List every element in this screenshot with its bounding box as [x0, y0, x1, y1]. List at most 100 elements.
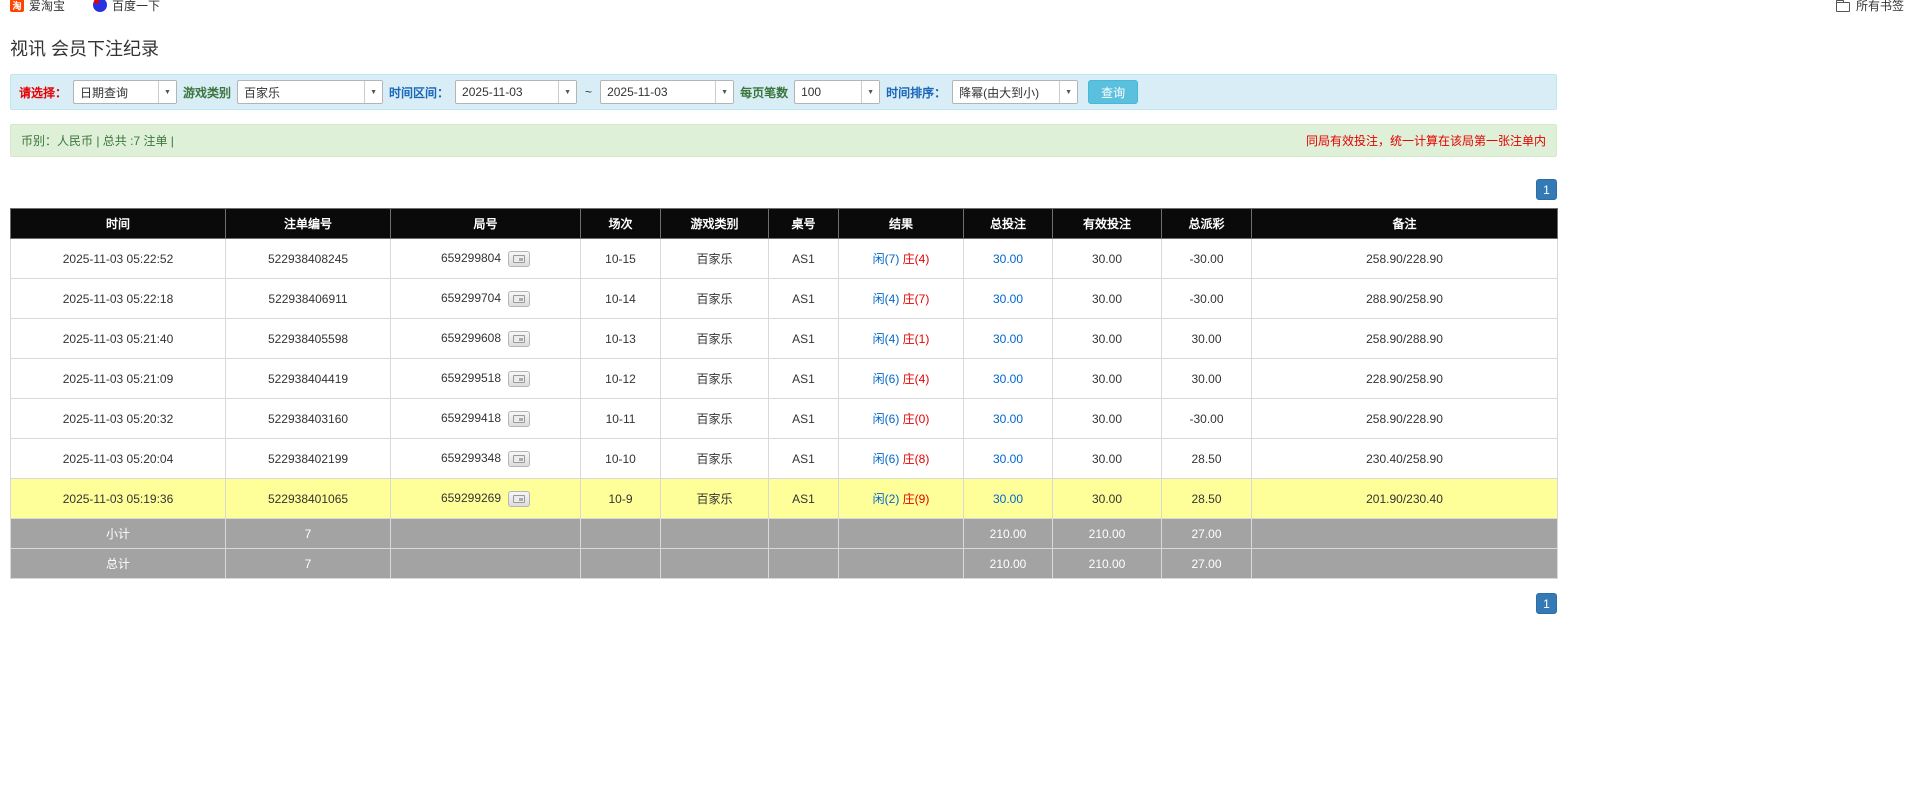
- pagination-page-1[interactable]: 1: [1536, 179, 1557, 200]
- cell-total-bet: 30.00: [963, 438, 1053, 479]
- page-size-value: 100: [801, 85, 822, 99]
- bookmark-baidu[interactable]: 百度一下: [93, 0, 160, 13]
- bookmark-aitaobao[interactable]: 淘 爱淘宝: [10, 0, 65, 13]
- result-player: 闲(6): [872, 412, 900, 426]
- total-bet-link[interactable]: 30.00: [993, 492, 1023, 506]
- column-header: 注单编号: [225, 208, 391, 239]
- cell-payout: 30.00: [1161, 318, 1252, 359]
- result-player: 闲(6): [872, 372, 900, 386]
- footer-cell: [580, 548, 661, 579]
- footer-cell: [838, 518, 964, 549]
- cell-remark: 230.40/258.90: [1251, 438, 1558, 479]
- total-bet-link[interactable]: 30.00: [993, 452, 1023, 466]
- round-id-text: 659299518: [440, 370, 502, 385]
- column-header: 备注: [1251, 208, 1558, 239]
- footer-cell: [390, 548, 581, 579]
- cell-remark: 258.90/228.90: [1251, 398, 1558, 439]
- column-header: 场次: [580, 208, 661, 239]
- video-thumbnail-glyph: [513, 294, 526, 303]
- pagination-page-1[interactable]: 1: [1536, 593, 1557, 614]
- bet-row[interactable]: 2025-11-03 05:20:32 522938403160 659299418…: [10, 398, 1558, 439]
- page-size-select[interactable]: 100 ▼: [794, 80, 881, 104]
- folder-icon: [1835, 0, 1850, 12]
- chevron-down-icon: ▼: [364, 81, 383, 103]
- total-bet-link[interactable]: 30.00: [993, 292, 1023, 306]
- all-bookmarks-button[interactable]: 所有书签: [1835, 0, 1904, 13]
- total-bet-link[interactable]: 30.00: [993, 252, 1023, 266]
- cell-round-id: 659299704: [390, 278, 581, 319]
- video-thumbnail-glyph: [513, 334, 526, 343]
- cell-round-id: 659299269: [390, 478, 581, 519]
- subtotal-row: 小计 7 210.00 210.00 27.00: [10, 518, 1558, 549]
- bet-row[interactable]: 2025-11-03 05:19:36 522938401065 659299269…: [10, 478, 1558, 519]
- cell-remark: 228.90/258.90: [1251, 358, 1558, 399]
- result-banker: 庄(1): [902, 332, 930, 346]
- time-range-label: 时间区间：: [389, 85, 450, 100]
- total-bet-link[interactable]: 30.00: [993, 372, 1023, 386]
- cell-result: 闲(6) 庄(0): [838, 398, 964, 439]
- date-to-value: 2025-11-03: [607, 85, 668, 99]
- cell-time: 2025-11-03 05:19:36: [10, 478, 226, 519]
- all-bookmarks-label: 所有书签: [1855, 0, 1904, 13]
- footer-cell: [768, 518, 839, 549]
- cell-game-type: 百家乐: [660, 398, 769, 439]
- result-banker: 庄(4): [902, 372, 930, 386]
- chevron-down-icon: ▼: [861, 81, 880, 103]
- game-type-select[interactable]: 百家乐 ▼: [237, 80, 384, 104]
- round-video-icon[interactable]: [508, 370, 531, 387]
- chevron-down-icon: ▼: [158, 81, 177, 103]
- round-id-text: 659299608: [440, 330, 502, 345]
- sort-order-select[interactable]: 降幂(由大到小) ▼: [952, 80, 1079, 104]
- query-mode-value: 日期查询: [80, 85, 129, 100]
- cell-remark: 288.90/258.90: [1251, 278, 1558, 319]
- round-video-icon[interactable]: [508, 330, 531, 347]
- chevron-down-icon: ▼: [1059, 81, 1078, 103]
- date-to-select[interactable]: 2025-11-03 ▼: [600, 80, 735, 104]
- pagination-bottom: 1: [10, 593, 1557, 614]
- cell-remark: 258.90/228.90: [1251, 238, 1558, 279]
- round-video-icon[interactable]: [508, 250, 531, 267]
- footer-cell: [660, 548, 769, 579]
- page-title: 视讯 会员下注纪录: [10, 39, 160, 59]
- column-header: 桌号: [768, 208, 839, 239]
- cell-game-type: 百家乐: [660, 238, 769, 279]
- result-banker: 庄(0): [902, 412, 930, 426]
- bet-row[interactable]: 2025-11-03 05:21:09 522938404419 659299518…: [10, 358, 1558, 399]
- result-banker: 庄(9): [902, 492, 930, 506]
- column-header: 时间: [10, 208, 226, 239]
- sort-order-label: 时间排序：: [886, 85, 947, 100]
- column-header: 总派彩: [1161, 208, 1252, 239]
- cell-round-id: 659299418: [390, 398, 581, 439]
- round-id-text: 659299269: [440, 490, 502, 505]
- cell-result: 闲(4) 庄(7): [838, 278, 964, 319]
- round-video-icon[interactable]: [508, 490, 531, 507]
- round-video-icon[interactable]: [508, 450, 531, 467]
- bet-row[interactable]: 2025-11-03 05:21:40 522938405598 659299608…: [10, 318, 1558, 359]
- total-bet-link[interactable]: 30.00: [993, 332, 1023, 346]
- bet-records-table: 时间 注单编号 局号 场次 游戏类别 桌号 结果 总投注 有效投注 总派彩 备注 2025-11-0…: [10, 208, 1558, 579]
- cell-total-bet: 30.00: [963, 398, 1053, 439]
- bet-row[interactable]: 2025-11-03 05:20:04 522938402199 659299348…: [10, 438, 1558, 479]
- cell-valid-bet: 30.00: [1052, 278, 1162, 319]
- round-video-icon[interactable]: [508, 290, 531, 307]
- cell-time: 2025-11-03 05:20:04: [10, 438, 226, 479]
- round-id-text: 659299348: [440, 450, 502, 465]
- footer-cell: [580, 518, 661, 549]
- round-id-text: 659299704: [440, 290, 502, 305]
- video-thumbnail-glyph: [513, 454, 526, 463]
- cell-session: 10-15: [580, 238, 661, 279]
- date-from-select[interactable]: 2025-11-03 ▼: [455, 80, 578, 104]
- round-video-icon[interactable]: [508, 410, 531, 427]
- footer-cell: 210.00: [963, 518, 1053, 549]
- total-row: 总计 7 210.00 210.00 27.00: [10, 548, 1558, 579]
- sort-order-value: 降幂(由大到小): [959, 85, 1040, 100]
- footer-cell: 7: [225, 548, 391, 579]
- bet-row[interactable]: 2025-11-03 05:22:18 522938406911 659299704…: [10, 278, 1558, 319]
- search-button[interactable]: 查询: [1088, 80, 1139, 104]
- footer-cell: [1251, 518, 1558, 549]
- total-bet-link[interactable]: 30.00: [993, 412, 1023, 426]
- bet-row[interactable]: 2025-11-03 05:22:52 522938408245 659299804…: [10, 238, 1558, 279]
- cell-valid-bet: 30.00: [1052, 398, 1162, 439]
- cell-result: 闲(2) 庄(9): [838, 478, 964, 519]
- query-mode-select[interactable]: 日期查询 ▼: [73, 80, 178, 104]
